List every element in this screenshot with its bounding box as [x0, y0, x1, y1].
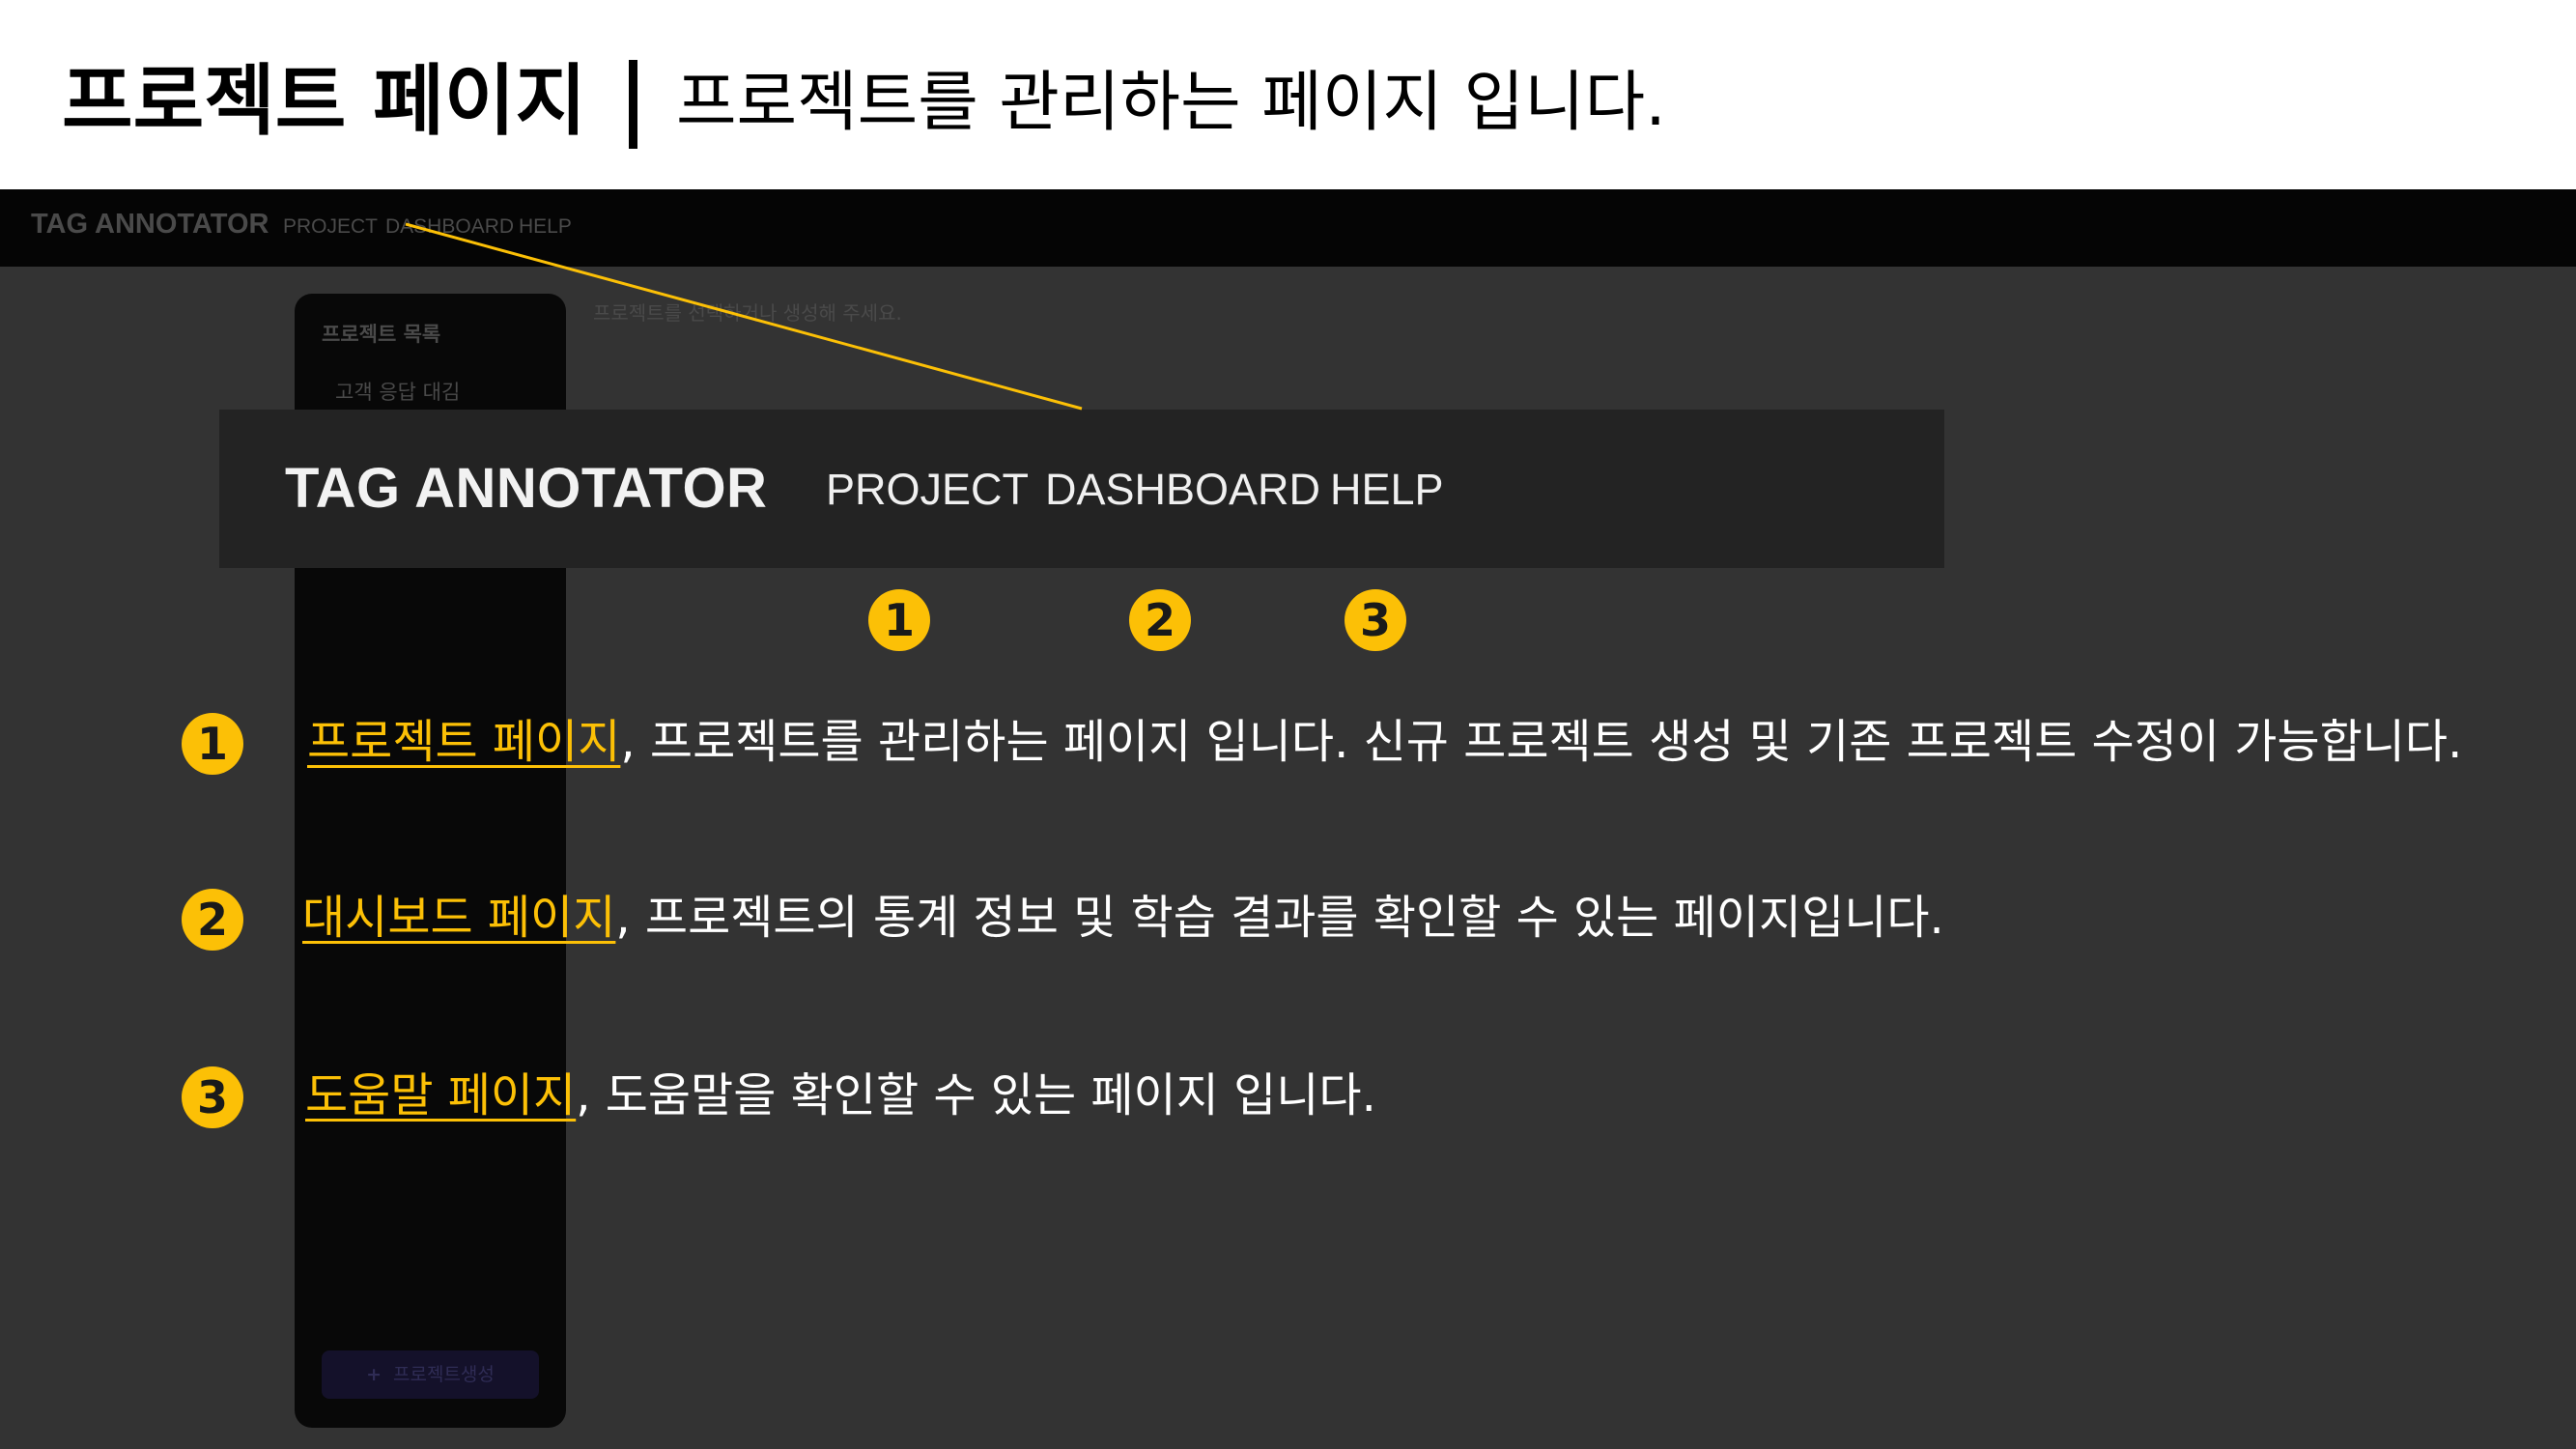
- title-separator: [629, 60, 637, 149]
- app-screenshot: TAG ANNOTATOR PROJECT DASHBOARD HELP 프로젝…: [0, 189, 2576, 1449]
- slide-subtitle: 프로젝트를 관리하는 페이지 입니다.: [676, 65, 1666, 141]
- slide-title: 프로젝트 페이지: [62, 56, 587, 146]
- callout-pointer-line: [405, 222, 1083, 411]
- slide-header: 프로젝트 페이지 프로젝트를 관리하는 페이지 입니다.: [0, 0, 2576, 189]
